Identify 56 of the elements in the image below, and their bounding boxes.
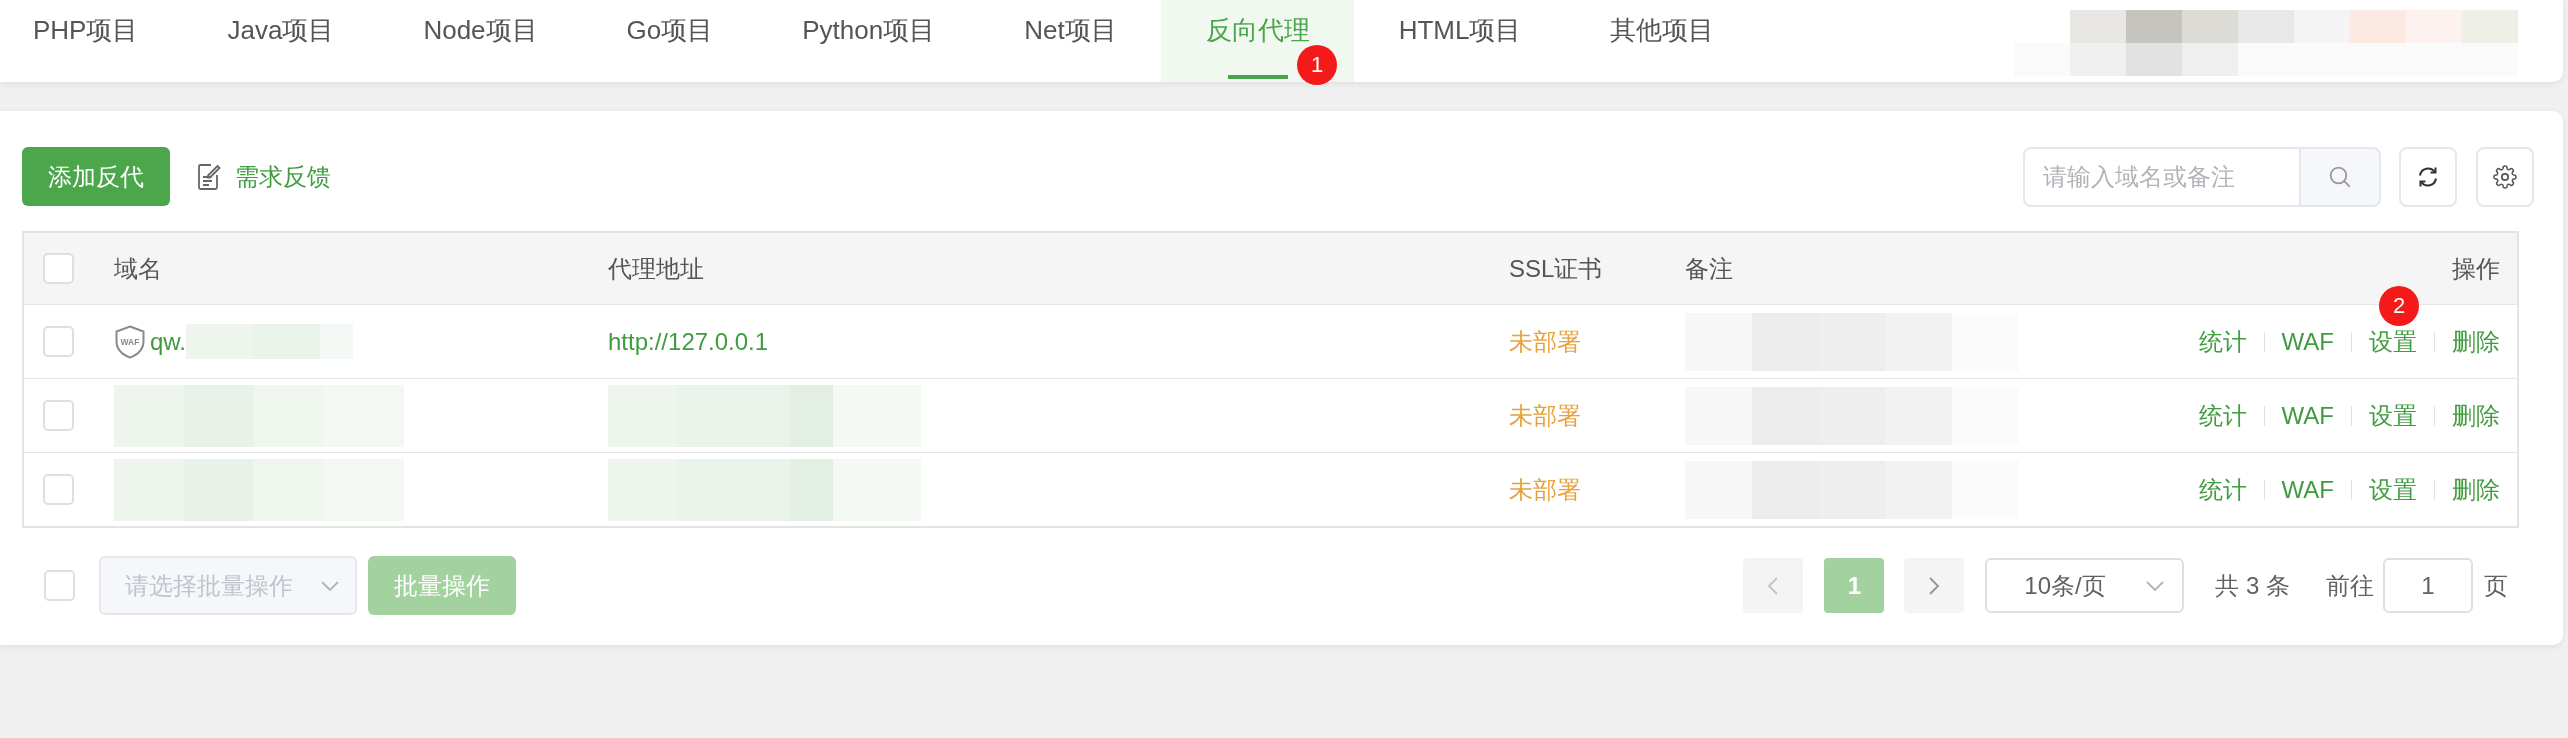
chevron-left-icon <box>1768 576 1779 595</box>
action-link[interactable]: 统计 <box>2198 323 2247 360</box>
ssl-status-text: 未部署 <box>1509 401 1581 429</box>
domain-link[interactable]: qw. <box>150 323 187 360</box>
tab[interactable]: Node项目 <box>378 0 583 82</box>
ssl-status-text: 未部署 <box>1509 327 1581 355</box>
ssl-status-text: 未部署 <box>1509 475 1581 503</box>
column-header: SSL证书 <box>1509 254 1603 282</box>
tab[interactable]: PHP项目 <box>0 0 183 82</box>
refresh-icon <box>2416 164 2440 189</box>
column-header: 备注 <box>1685 254 1733 282</box>
next-page-button[interactable] <box>1904 558 1965 613</box>
total-count-text: 共 3 条 <box>2215 570 2290 601</box>
action-link[interactable]: 设置 <box>2369 471 2417 508</box>
row-checkbox[interactable] <box>43 326 74 357</box>
feedback-link[interactable]: 需求反馈 <box>235 158 331 195</box>
search-icon <box>2329 165 2351 188</box>
chevron-down-icon <box>321 580 339 591</box>
action-link[interactable]: 删除 <box>2452 397 2500 434</box>
tab[interactable]: Net项目 <box>979 0 1162 82</box>
page-suffix-text: 页 <box>2484 570 2508 601</box>
action-link[interactable]: 删除 <box>2452 323 2500 360</box>
chevron-right-icon <box>1929 576 1940 595</box>
document-edit-icon <box>197 162 221 191</box>
tab[interactable]: Python项目 <box>757 0 980 82</box>
goto-label: 前往 <box>2326 570 2374 601</box>
chevron-down-icon <box>2146 580 2165 591</box>
action-link[interactable]: 删除 <box>2452 471 2500 508</box>
action-link[interactable]: WAF <box>2281 471 2334 508</box>
tab[interactable]: HTML项目 <box>1354 0 1566 82</box>
column-header: 代理地址 <box>608 254 704 282</box>
action-link[interactable]: WAF <box>2281 323 2334 360</box>
add-proxy-button[interactable]: 添加反代 <box>22 147 170 206</box>
search-field[interactable]: 请输入域名或备注 <box>2023 146 2299 207</box>
row-checkbox[interactable] <box>43 474 74 505</box>
column-header: 域名 <box>114 254 162 282</box>
tab[interactable]: Go项目 <box>582 0 758 82</box>
action-link[interactable]: 统计 <box>2198 471 2247 508</box>
settings-icon <box>2493 164 2517 189</box>
proxy-url-link[interactable]: http://127.0.0.1 <box>608 323 769 360</box>
waf-shield-icon: WAF <box>114 324 146 359</box>
settings-button[interactable] <box>2476 146 2534 207</box>
select-all-checkbox[interactable] <box>44 570 75 601</box>
search-button[interactable] <box>2299 146 2381 207</box>
page-size-select[interactable]: 10条/页 <box>1985 558 2185 613</box>
action-link[interactable]: WAF <box>2281 397 2334 434</box>
tab[interactable]: Java项目 <box>182 0 379 82</box>
row-checkbox[interactable] <box>43 400 74 431</box>
action-link[interactable]: 设置 <box>2369 397 2417 434</box>
tab[interactable]: 其他项目 <box>1565 0 1759 82</box>
action-link[interactable]: 统计 <box>2198 397 2247 434</box>
page-number-field[interactable]: 1 <box>2383 558 2473 613</box>
select-all-checkbox[interactable] <box>43 253 74 284</box>
action-link[interactable]: 设置 <box>2369 323 2417 360</box>
refresh-button[interactable] <box>2399 146 2457 207</box>
column-header: 操作 <box>2452 254 2500 282</box>
